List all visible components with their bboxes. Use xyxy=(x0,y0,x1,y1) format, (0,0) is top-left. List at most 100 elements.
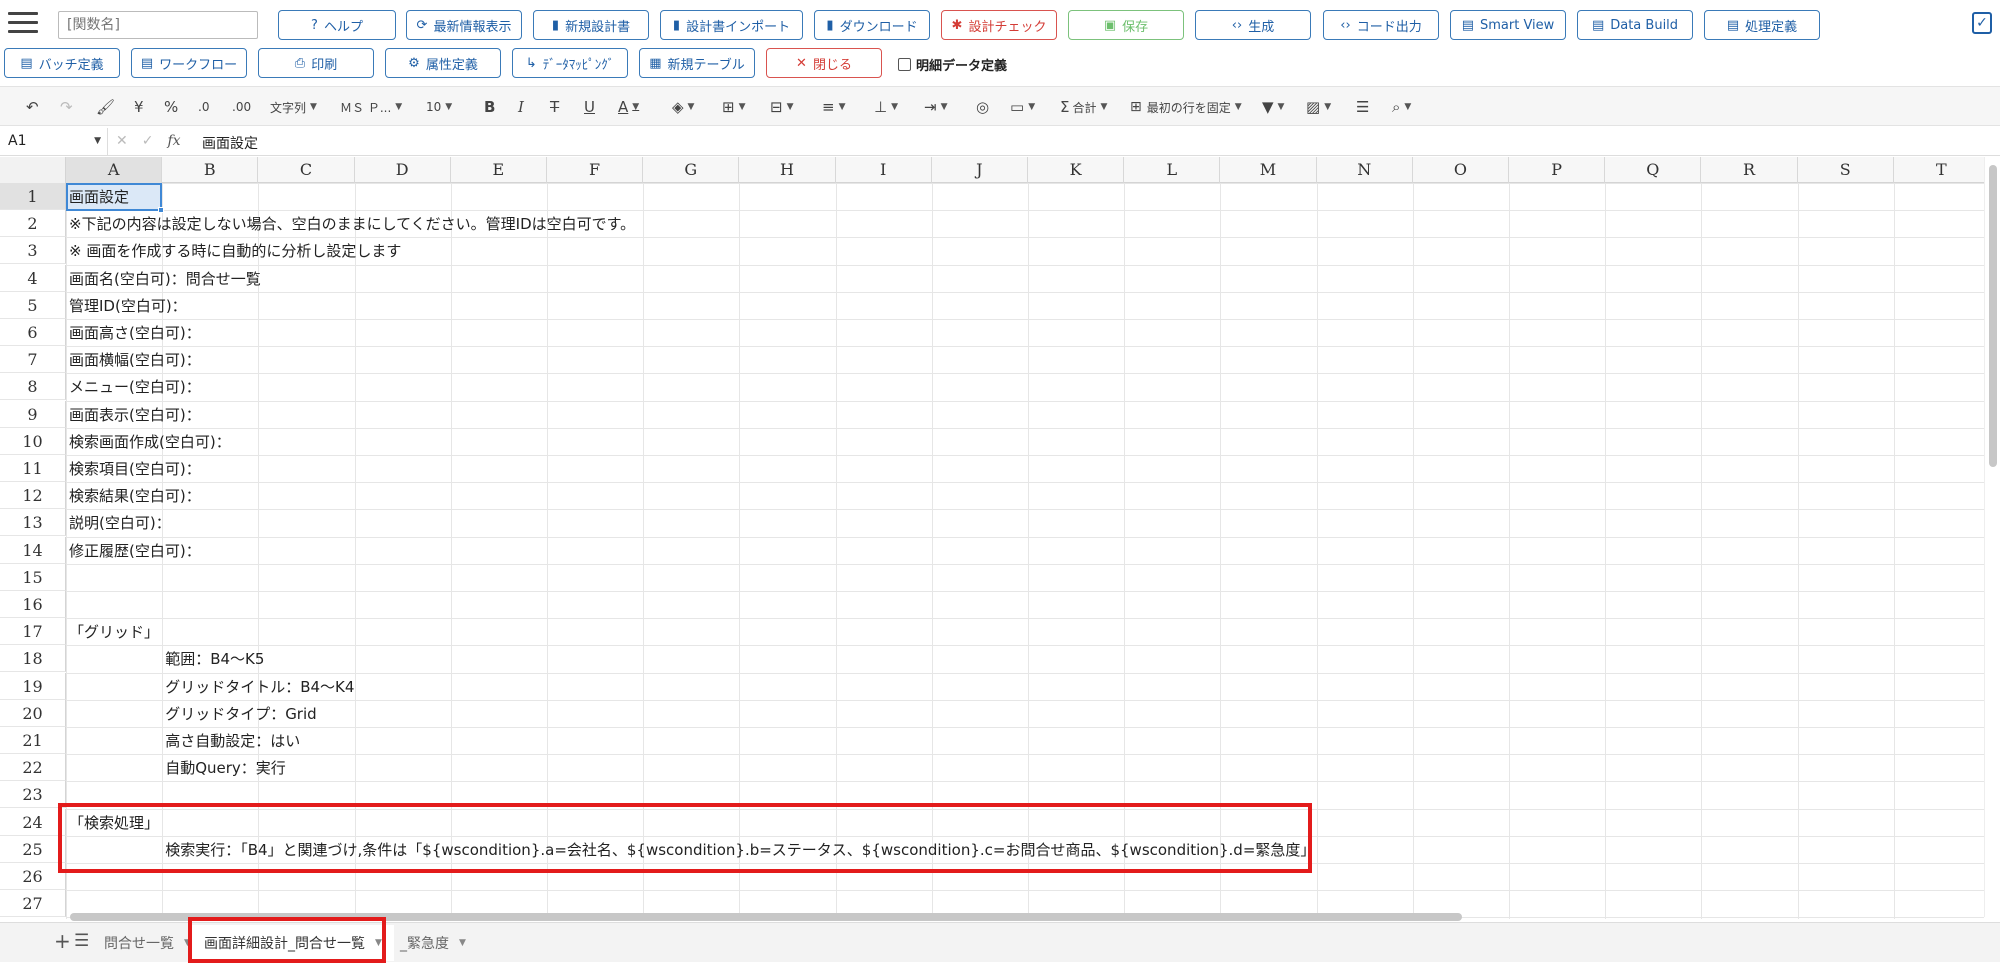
row-header[interactable]: 19 xyxy=(0,672,66,700)
row-header[interactable]: 24 xyxy=(0,808,66,836)
row-header[interactable]: 5 xyxy=(0,291,66,319)
column-header[interactable]: R xyxy=(1701,157,1798,183)
column-header[interactable]: M xyxy=(1220,157,1317,183)
horizontal-scrollbar[interactable] xyxy=(66,912,1984,922)
align-vertical-icon[interactable]: ⊥ ▼ xyxy=(874,95,898,119)
decrease-decimal-icon[interactable]: .00 xyxy=(232,95,251,119)
cell-reference-box[interactable]: A1 ▼ xyxy=(0,128,108,155)
sheet-tab[interactable]: 問合せ一覧 ▼ xyxy=(92,925,203,961)
row-header[interactable]: 16 xyxy=(0,591,66,618)
text-wrap-icon[interactable]: ⇥ ▼ xyxy=(924,95,948,119)
column-header[interactable]: P xyxy=(1509,157,1606,183)
sheet-tab[interactable]: _緊急度 ▼ xyxy=(388,925,478,961)
column-header[interactable]: D xyxy=(355,157,451,183)
row-header[interactable]: 9 xyxy=(0,400,66,428)
confirm-icon[interactable]: ✓ xyxy=(142,133,154,149)
formula-input[interactable]: 画面設定 xyxy=(202,133,258,153)
chevron-down-icon[interactable]: ▼ xyxy=(184,938,191,948)
cancel-icon[interactable]: ✕ xyxy=(116,133,128,149)
redo-icon[interactable]: ↷ xyxy=(60,95,73,119)
filter-icon[interactable]: ▼ ▼ xyxy=(1262,95,1284,119)
search-icon[interactable]: ⌕ ▼ xyxy=(1392,95,1411,119)
conditional-format-icon[interactable]: ▨ ▼ xyxy=(1306,95,1331,119)
bold-icon[interactable]: B xyxy=(484,95,495,119)
select-all-corner[interactable] xyxy=(0,157,66,183)
row-header[interactable]: 1 xyxy=(0,183,66,210)
row-header[interactable]: 27 xyxy=(0,890,66,918)
column-header[interactable]: K xyxy=(1028,157,1125,183)
chevron-down-icon[interactable]: ▼ xyxy=(459,938,466,948)
format-painter-icon[interactable]: 🖌 xyxy=(96,95,115,119)
attribute-definition-button[interactable]: ⚙ 属性定義 xyxy=(385,48,501,78)
save-button[interactable]: ▣ 保存 xyxy=(1068,10,1184,40)
font-color-icon[interactable]: A ▼ xyxy=(618,95,639,119)
merge-cells-icon[interactable]: ⊟ ▼ xyxy=(770,95,794,119)
italic-icon[interactable]: I xyxy=(518,95,524,119)
print-button[interactable]: ⎙ 印刷 xyxy=(258,48,374,78)
text-type-select[interactable]: 文字列 ▼ xyxy=(270,95,317,119)
download-button[interactable]: ▮ ダウンロード xyxy=(814,10,930,40)
column-header[interactable]: L xyxy=(1124,157,1221,183)
column-header[interactable]: J xyxy=(932,157,1028,183)
column-header[interactable]: E xyxy=(451,157,547,183)
font-name-select[interactable]: ＭＳ Ｐ... ▼ xyxy=(340,95,402,119)
column-header[interactable]: N xyxy=(1317,157,1413,183)
currency-icon[interactable]: ¥ xyxy=(134,95,144,119)
comment-icon[interactable]: ▭ ▼ xyxy=(1010,95,1035,119)
row-header[interactable]: 15 xyxy=(0,563,66,591)
help-button[interactable]: ? ヘルプ xyxy=(278,10,396,40)
row-header[interactable]: 25 xyxy=(0,835,66,863)
row-header[interactable]: 10 xyxy=(0,427,66,455)
function-name-input[interactable] xyxy=(58,11,258,39)
percent-icon[interactable]: % xyxy=(164,95,178,119)
new-table-button[interactable]: ▦ 新規テーブル xyxy=(639,48,755,78)
batch-definition-button[interactable]: ▤ バッチ定義 xyxy=(4,48,120,78)
font-size-select[interactable]: 10 ▼ xyxy=(426,95,452,119)
row-header[interactable]: 20 xyxy=(0,699,66,727)
column-header[interactable]: O xyxy=(1413,157,1509,183)
column-header[interactable]: Q xyxy=(1605,157,1702,183)
column-header[interactable]: S xyxy=(1798,157,1894,183)
scrollbar-thumb[interactable] xyxy=(70,913,1462,921)
row-header[interactable]: 4 xyxy=(0,264,66,292)
chart-icon[interactable]: ◎ xyxy=(976,95,989,119)
underline-icon[interactable]: U xyxy=(584,95,595,119)
sheet-tab-active[interactable]: 画面詳細設計_問合せ一覧 ▼ xyxy=(192,925,394,961)
checkbox-box[interactable] xyxy=(898,58,911,71)
row-header[interactable]: 21 xyxy=(0,727,66,754)
row-header[interactable]: 3 xyxy=(0,237,66,265)
row-header[interactable]: 8 xyxy=(0,373,66,401)
add-sheet-icon[interactable]: + xyxy=(54,929,71,953)
borders-icon[interactable]: ⊞ ▼ xyxy=(722,95,746,119)
data-build-button[interactable]: ▤ Data Build xyxy=(1577,10,1693,40)
undo-icon[interactable]: ↶ xyxy=(26,95,39,119)
row-header[interactable]: 11 xyxy=(0,455,66,482)
menu-icon[interactable] xyxy=(8,12,38,36)
checklist-icon[interactable]: ✓ xyxy=(1972,12,1992,34)
chevron-down-icon[interactable]: ▼ xyxy=(375,938,382,948)
new-document-button[interactable]: ▮ 新規設計書 xyxy=(533,10,649,40)
column-header[interactable]: C xyxy=(258,157,355,183)
close-button[interactable]: ✕ 閉じる xyxy=(766,48,882,78)
row-header[interactable]: 23 xyxy=(0,781,66,809)
column-header[interactable]: B xyxy=(162,157,259,183)
column-header[interactable]: G xyxy=(643,157,740,183)
process-definition-button[interactable]: ▤ 処理定義 xyxy=(1704,10,1820,40)
increase-decimal-icon[interactable]: .0 xyxy=(198,95,209,119)
import-button[interactable]: ▮ 設計書インポート xyxy=(660,10,803,40)
workflow-button[interactable]: ▤ ワークフロー xyxy=(131,48,247,78)
column-header[interactable]: H xyxy=(739,157,836,183)
smart-view-button[interactable]: ▤ Smart View xyxy=(1450,10,1566,40)
sum-select[interactable]: Σ 合計 ▼ xyxy=(1060,95,1107,119)
row-header[interactable]: 2 xyxy=(0,210,66,238)
freeze-panes-select[interactable]: ⊞ 最初の行を固定 ▼ xyxy=(1130,95,1242,119)
row-header[interactable]: 6 xyxy=(0,319,66,346)
row-header[interactable]: 13 xyxy=(0,509,66,537)
generate-button[interactable]: ‹› 生成 xyxy=(1195,10,1311,40)
strikethrough-icon[interactable]: T xyxy=(550,95,559,119)
code-output-button[interactable]: ‹› コード出力 xyxy=(1323,10,1439,40)
design-check-button[interactable]: ✱ 設計チェック xyxy=(941,10,1057,40)
sheet-list-icon[interactable]: ☰ xyxy=(74,931,89,951)
align-horizontal-icon[interactable]: ≡ ▼ xyxy=(822,95,846,119)
row-header[interactable]: 12 xyxy=(0,482,66,510)
